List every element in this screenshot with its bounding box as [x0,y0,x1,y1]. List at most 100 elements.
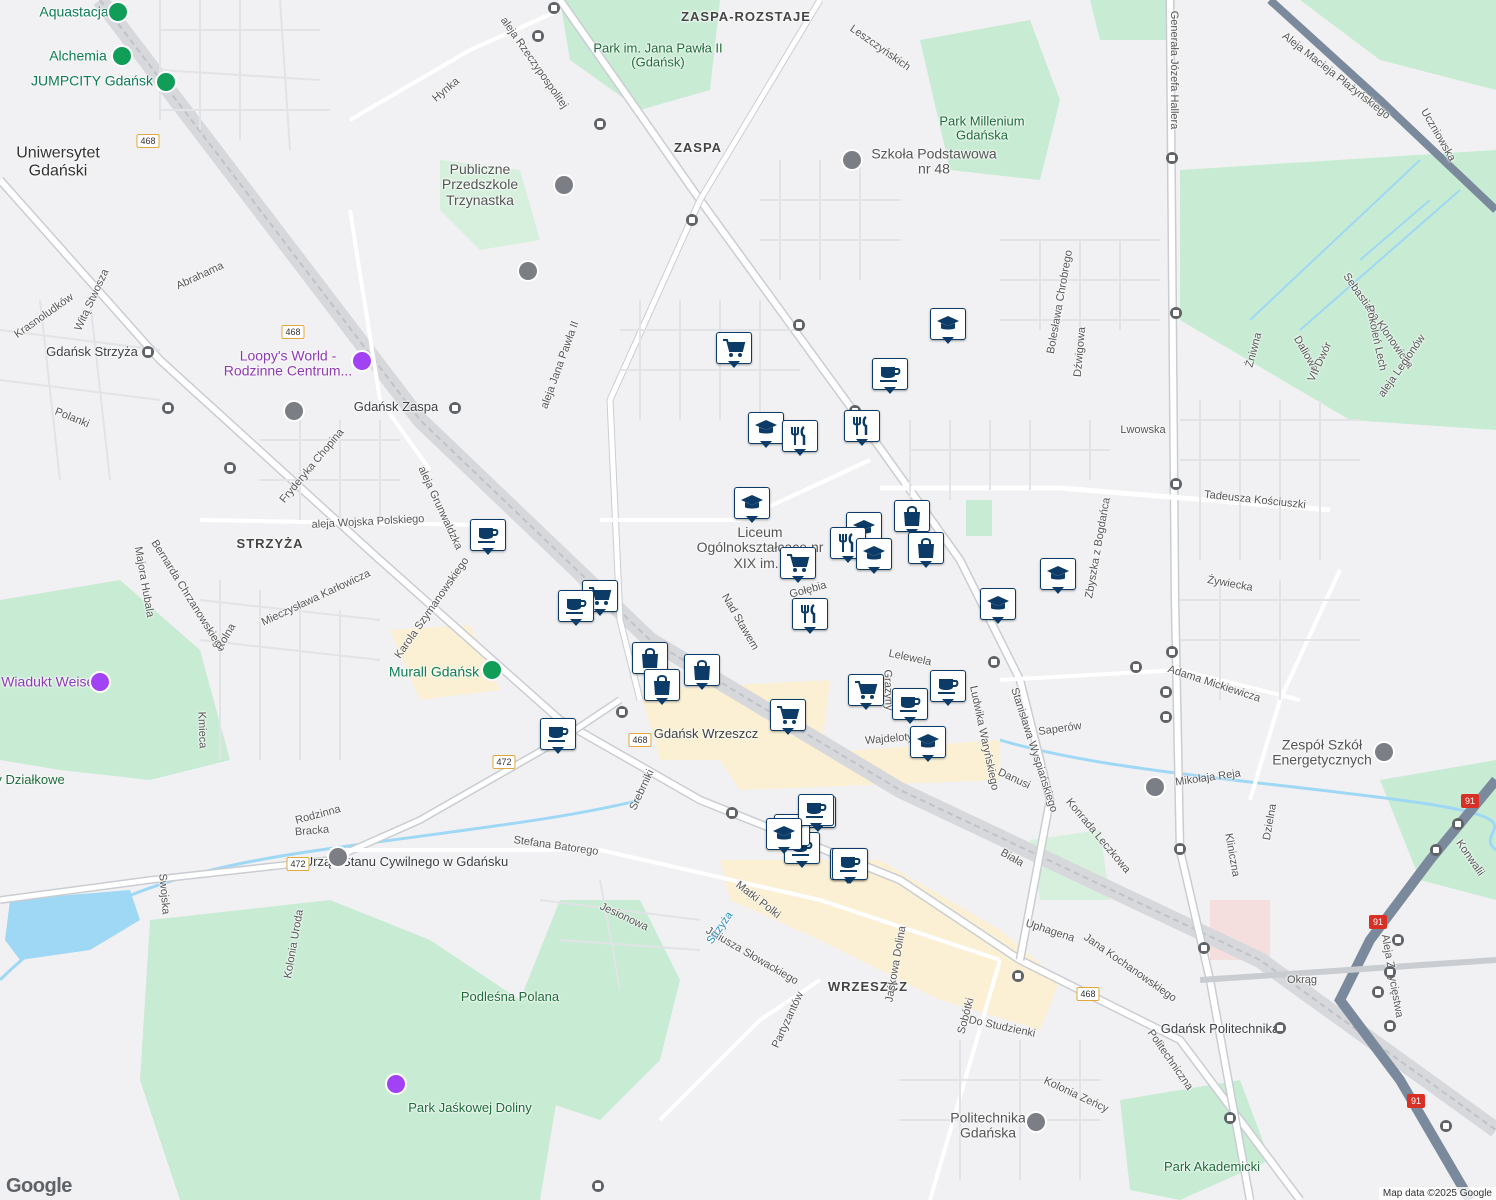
cup-pin-icon[interactable] [892,688,928,724]
transit-stop-icon[interactable] [548,2,560,14]
cup-pin-icon[interactable] [558,590,594,626]
transit-stop-icon[interactable] [449,402,461,414]
food-pin-icon[interactable] [782,420,818,456]
transit-stop-icon[interactable] [793,319,805,331]
transit-stop-icon[interactable] [1174,843,1186,855]
bag-pin-icon[interactable] [894,500,930,536]
map-label[interactable]: Aquastacja [39,3,108,19]
map-label: Okrąg [1287,973,1317,986]
school-pin-icon[interactable] [930,308,966,344]
food-pin-icon[interactable] [844,410,880,446]
transit-stop-icon[interactable] [1452,818,1464,830]
school-pin-icon[interactable] [980,588,1016,624]
cup-pin-icon[interactable] [540,718,576,754]
food-pin-icon[interactable] [792,598,828,634]
school-icon[interactable] [553,174,575,196]
school-icon[interactable] [327,846,349,868]
transit-stop-icon[interactable] [616,706,628,718]
map-label[interactable]: Murall Gdańsk [389,663,479,679]
transit-stop-icon[interactable] [1440,1120,1452,1132]
school-icon[interactable] [1373,741,1395,763]
map-label[interactable]: Gdańsk Wrzeszcz [654,726,759,741]
map-label[interactable]: Gdańsk Zaspa [354,399,439,414]
transit-stop-icon[interactable] [1274,1022,1286,1034]
cart-pin-icon[interactable] [716,332,752,368]
map-label[interactable]: Alchemia [49,47,107,63]
transit-stop-icon[interactable] [592,1180,604,1192]
bag-pin-icon[interactable] [644,669,680,705]
transit-stop-icon[interactable] [142,346,154,358]
transit-stop-icon[interactable] [594,118,606,130]
transit-stop-icon[interactable] [532,30,544,42]
route-shield: 91 [1368,915,1388,929]
map-label[interactable]: Gdańsk Strzyża [46,344,138,359]
bag-pin-icon[interactable] [684,654,720,690]
attraction-icon[interactable] [111,45,133,67]
map-label[interactable]: Podleśna Polana [461,989,559,1004]
transit-stop-icon[interactable] [1224,1112,1236,1124]
map-label[interactable]: Szkoła Podstawowa nr 48 [869,146,999,178]
school-pin-icon[interactable] [766,818,802,854]
transit-stop-icon[interactable] [1012,970,1024,982]
transit-stop-icon[interactable] [1372,986,1384,998]
school-icon[interactable] [283,400,305,422]
camera-icon[interactable] [351,350,373,372]
cart-pin-icon[interactable] [848,674,884,710]
map-label[interactable]: Ogrody Działkowe [0,772,65,787]
map-label[interactable]: Gdańsk Politechnika [1161,1021,1280,1036]
map-label[interactable]: Uniwersytet Gdański [0,144,123,179]
transit-stop-icon[interactable] [1130,661,1142,673]
school-pin-icon[interactable] [1040,558,1076,594]
map-label[interactable]: Park Akademicki [1164,1159,1260,1174]
attraction-icon[interactable] [481,659,503,681]
transit-stop-icon[interactable] [1170,478,1182,490]
school-pin-icon[interactable] [856,538,892,574]
cup-pin-icon[interactable] [872,358,908,394]
school-pin-icon[interactable] [910,726,946,762]
cup-pin-icon[interactable] [930,670,966,706]
transit-stop-icon[interactable] [1384,966,1396,978]
map-label[interactable]: ZASPA-ROZSTAJE [681,9,811,24]
school-pin-icon[interactable] [734,487,770,523]
bag-pin-icon[interactable] [908,532,944,568]
map-label[interactable]: Park im. Jana Pawła II (Gdańsk) [593,41,723,71]
map-label[interactable]: Loopy's World - Rodzinne Centrum... [223,348,353,380]
transit-stop-icon[interactable] [1160,711,1172,723]
cart-pin-icon[interactable] [780,547,816,583]
attraction-icon[interactable] [107,1,129,23]
camera-icon[interactable] [89,671,111,693]
map-canvas[interactable]: Aquastacja Alchemia JUMPCITY Gdańsk Uniwers… [0,0,1496,1200]
map-label: Kmieca [195,711,209,749]
cup-pin-icon[interactable] [798,794,834,830]
map-label[interactable]: JUMPCITY Gdańsk [31,72,153,88]
transit-stop-icon[interactable] [1160,686,1172,698]
transit-stop-icon[interactable] [988,656,1000,668]
cart-pin-icon[interactable] [770,699,806,735]
school-icon[interactable] [517,260,539,282]
transit-stop-icon[interactable] [1384,1020,1396,1032]
school-icon[interactable] [1144,776,1166,798]
transit-stop-icon[interactable] [1166,646,1178,658]
map-label[interactable]: Zespół Szkół Energetycznych [1257,737,1387,769]
transit-stop-icon[interactable] [1198,942,1210,954]
cup-pin-icon[interactable] [832,848,868,884]
school-pin-icon[interactable] [748,412,784,448]
transit-stop-icon[interactable] [726,807,738,819]
cup-pin-icon[interactable] [470,519,506,555]
transit-stop-icon[interactable] [1166,152,1178,164]
camera-icon[interactable] [385,1073,407,1095]
transit-stop-icon[interactable] [686,214,698,226]
transit-stop-icon[interactable] [1392,934,1404,946]
school-icon[interactable] [841,149,863,171]
transit-stop-icon[interactable] [162,402,174,414]
transit-stop-icon[interactable] [1430,844,1442,856]
map-label[interactable]: Park Jaśkowej Doliny [408,1100,532,1115]
map-label[interactable]: STRZYŻA [237,536,304,551]
map-label[interactable]: ZASPA [674,140,722,155]
transit-stop-icon[interactable] [1170,307,1182,319]
map-label[interactable]: Park Millenium Gdańska [917,114,1047,144]
map-label[interactable]: Publiczne Przedszkole Trzynastka [415,161,545,208]
attraction-icon[interactable] [155,71,177,93]
school-icon[interactable] [1025,1111,1047,1133]
transit-stop-icon[interactable] [224,462,236,474]
